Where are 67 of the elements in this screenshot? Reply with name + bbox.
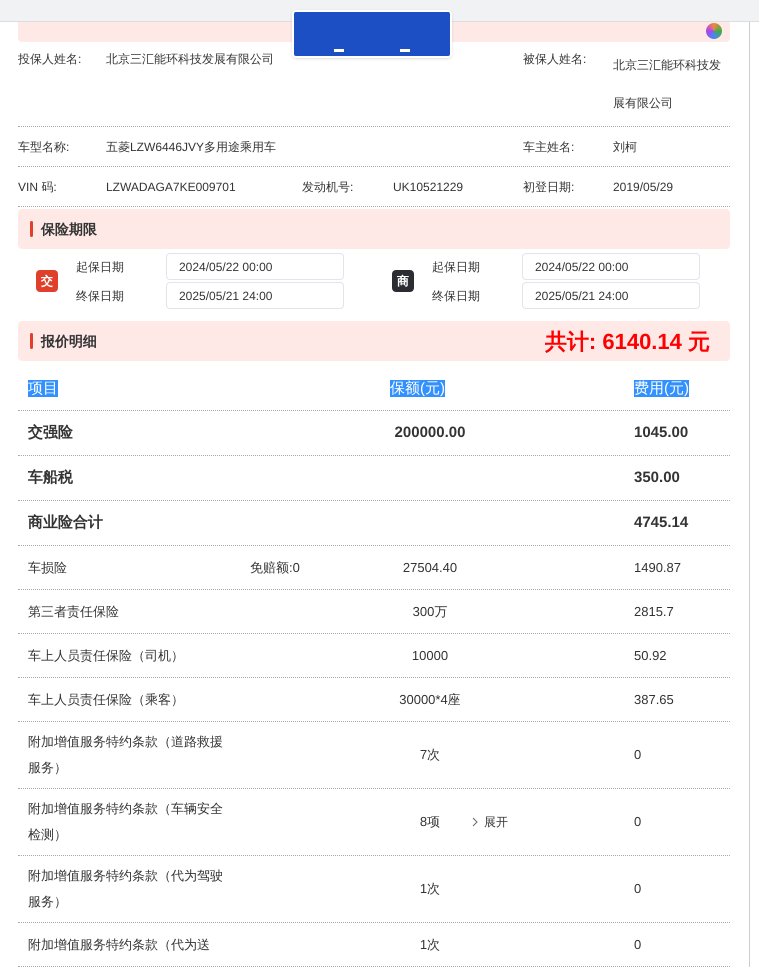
field-label: 投保人姓名:: [18, 51, 82, 68]
deductible-note: 免赔额:0: [250, 560, 300, 575]
fee-amount: 350.00: [634, 468, 680, 486]
date-field[interactable]: 2024/05/22 00:00: [522, 253, 700, 280]
coverage-amount: 10000: [412, 646, 448, 665]
field-value: 2019/05/29: [613, 178, 674, 196]
date-label: 终保日期: [76, 288, 125, 304]
field-value: 五菱LZW6446JVY多用途乘用车: [106, 138, 278, 156]
coverage-amount: 7次: [420, 746, 440, 764]
fee-amount: 1045.00: [634, 424, 688, 441]
accent-bar: [30, 221, 33, 237]
fee-amount: 0: [634, 881, 642, 896]
item-name: 附加增值服务特约条款（代为驾驶服务）: [28, 867, 224, 911]
field-label: 被保人姓名:: [523, 51, 588, 68]
coverage-amount: 1次: [420, 936, 440, 954]
column-header: 费用(元): [634, 380, 689, 398]
insurance-type-badge: 交: [36, 270, 58, 292]
item-name: 附加增值服务特约条款（代为送: [28, 936, 211, 954]
date-field[interactable]: 2025/05/21 24:00: [522, 282, 700, 309]
coverage-amount: 1次: [420, 880, 440, 898]
coverage-amount: 30000*4座: [399, 690, 461, 709]
item-name: 第三者责任保险: [28, 602, 120, 620]
date-field[interactable]: 2025/05/21 24:00: [166, 282, 344, 309]
insurance-type-badge: 商: [392, 270, 414, 292]
fee-amount: 0: [634, 936, 642, 952]
item-name: 附加增值服务特约条款（道路救援服务）: [28, 733, 224, 777]
coverage-amount: 300万: [412, 602, 448, 621]
expand-link[interactable]: 展开: [472, 813, 508, 831]
field-label: 初登日期:: [523, 178, 576, 196]
item-name: 车上人员责任保险（乘客）: [28, 690, 185, 708]
accent-bar: [30, 333, 33, 349]
fee-amount: 0: [634, 814, 642, 830]
field-label: 车主姓名:: [523, 138, 576, 156]
date-label: 起保日期: [432, 258, 481, 276]
logo-icon: [706, 23, 722, 39]
item-name: 车损险: [28, 558, 68, 576]
date-label: 终保日期: [432, 288, 481, 304]
item-name: 交强险: [28, 423, 74, 443]
field-label: 车型名称:: [18, 138, 70, 156]
field-value: 北京三汇能环科技发展有限公司: [613, 57, 722, 112]
item-name: 商业险合计: [28, 513, 104, 533]
fee-amount: 1490.87: [634, 560, 681, 575]
fee-amount: 0: [634, 747, 642, 762]
item-name: 附加增值服务特约条款（车辆安全检测）: [28, 800, 224, 844]
field-label: 发动机号:: [302, 178, 354, 196]
column-header: 项目: [28, 380, 58, 398]
chevron-right-icon: [472, 817, 478, 827]
fee-amount: 2815.7: [634, 604, 674, 619]
field-value: 北京三汇能环科技发展有限公司: [106, 51, 275, 68]
item-name: 车上人员责任保险（司机）: [28, 646, 185, 664]
section-title: 报价明细: [41, 332, 97, 350]
coverage-amount: 200000.00: [394, 422, 466, 443]
fee-amount: 387.65: [634, 692, 674, 707]
field-label: VIN 码:: [18, 178, 58, 196]
field-value: 刘柯: [613, 138, 638, 156]
fee-amount: 50.92: [634, 648, 667, 663]
coverage-amount: 8项: [420, 813, 440, 832]
date-label: 起保日期: [76, 258, 125, 276]
field-value: UK10521229: [393, 178, 464, 196]
field-value: LZWADAGA7KE009701: [106, 178, 237, 196]
section-title: 保险期限: [41, 220, 97, 238]
item-name: 车船税: [28, 468, 74, 488]
coverage-amount: 27504.40: [402, 558, 458, 577]
column-header: 保额(元): [390, 380, 445, 398]
fee-amount: 4745.14: [634, 514, 688, 531]
date-field[interactable]: 2024/05/22 00:00: [166, 253, 344, 280]
total-amount: 共计: 6140.14 元: [544, 328, 710, 356]
